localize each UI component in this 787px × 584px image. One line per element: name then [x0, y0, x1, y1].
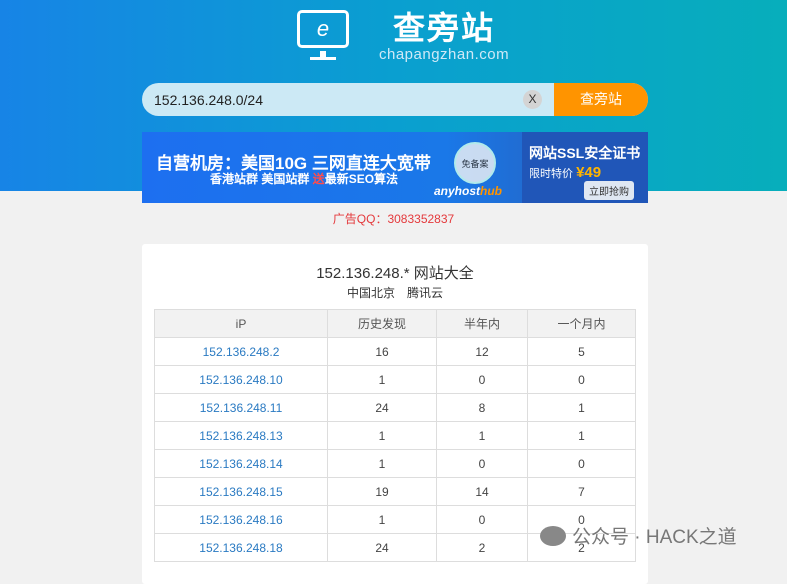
- table-cell: 152.136.248.2: [154, 337, 328, 366]
- table-cell: 1: [327, 449, 437, 478]
- table-cell: 0: [436, 505, 528, 534]
- table-cell: 0: [527, 449, 636, 478]
- clear-button[interactable]: X: [523, 90, 542, 109]
- ip-link[interactable]: 152.136.248.11: [200, 401, 283, 415]
- table-cell: 0: [436, 449, 528, 478]
- table-cell: 1: [327, 365, 437, 394]
- table-cell: 24: [327, 393, 437, 422]
- table-cell: 0: [436, 365, 528, 394]
- ad-subline: 香港站群 美国站群 送最新SEO算法: [210, 172, 399, 186]
- table-cell: 0: [527, 365, 636, 394]
- column-header: iP: [154, 309, 328, 338]
- ip-link[interactable]: 152.136.248.2: [203, 345, 280, 359]
- table-cell: 5: [527, 337, 636, 366]
- table-cell: 14: [436, 477, 528, 506]
- ip-location: 中国北京 腾讯云: [346, 286, 444, 300]
- ip-link[interactable]: 152.136.248.13: [199, 429, 282, 443]
- table-cell: 24: [327, 533, 437, 562]
- table-cell: 1: [436, 421, 528, 450]
- table-cell: 1: [327, 421, 437, 450]
- buy-now-button[interactable]: 立即抢购: [584, 181, 634, 200]
- ssl-ad-title: 网站SSL安全证书: [529, 145, 641, 161]
- ssl-ad: 网站SSL安全证书 限时特价 ¥49 立即抢购: [522, 132, 648, 203]
- table-cell: 152.136.248.11: [154, 393, 328, 422]
- site-logo[interactable]: e 查旁站 chapangzhan.com: [297, 10, 509, 63]
- ad-contact: 广告QQ：3083352837: [332, 212, 455, 226]
- column-header: 一个月内: [527, 309, 636, 338]
- table-row: 152.136.248.2 16 12 5: [154, 337, 636, 366]
- wechat-icon: [540, 525, 566, 546]
- table-cell: 1: [527, 393, 636, 422]
- table-cell: 16: [327, 337, 437, 366]
- result-title: 152.136.248.* 网站大全: [316, 265, 474, 282]
- search-input[interactable]: [154, 83, 514, 116]
- table-row: 152.136.248.15 19 14 7: [154, 477, 636, 506]
- ip-link[interactable]: 152.136.248.14: [199, 457, 282, 471]
- table-row: 152.136.248.10 1 0 0: [154, 365, 636, 394]
- table-row: 152.136.248.11 24 8 1: [154, 393, 636, 422]
- column-header: 半年内: [436, 309, 528, 338]
- table-cell: 152.136.248.18: [154, 533, 328, 562]
- table-row: 152.136.248.14 1 0 0: [154, 449, 636, 478]
- search-bar: X 查旁站: [142, 83, 648, 116]
- table-cell: 2: [436, 533, 528, 562]
- table-cell: 1: [527, 421, 636, 450]
- logo-domain: chapangzhan.com: [379, 46, 510, 63]
- logo-title: 查旁站: [393, 10, 496, 46]
- ip-link[interactable]: 152.136.248.10: [199, 373, 282, 387]
- ip-link[interactable]: 152.136.248.15: [199, 485, 282, 499]
- table-cell: 7: [527, 477, 636, 506]
- ip-link[interactable]: 152.136.248.18: [199, 541, 282, 555]
- table-cell: 152.136.248.16: [154, 505, 328, 534]
- monitor-logo-icon: e: [297, 10, 349, 60]
- table-cell: 8: [436, 393, 528, 422]
- search-button[interactable]: 查旁站: [554, 83, 648, 116]
- table-cell: 19: [327, 477, 437, 506]
- table-cell: 152.136.248.13: [154, 421, 328, 450]
- ssl-ad-price: 限时特价 ¥49: [529, 164, 602, 181]
- table-cell: 152.136.248.14: [154, 449, 328, 478]
- table-cell: 12: [436, 337, 528, 366]
- table-row: 152.136.248.13 1 1 1: [154, 421, 636, 450]
- ad-brand: anyhosthub: [434, 184, 503, 198]
- ad-banner[interactable]: 自营机房：美国10G 三网直连大宽带 香港站群 美国站群 送最新SEO算法 免备…: [142, 132, 648, 203]
- ad-badge: 免备案: [454, 142, 496, 184]
- table-cell: 1: [327, 505, 437, 534]
- table-cell: 152.136.248.10: [154, 365, 328, 394]
- table-cell: 152.136.248.15: [154, 477, 328, 506]
- watermark: 公众号 · HACK之道: [540, 522, 737, 549]
- ip-link[interactable]: 152.136.248.16: [199, 513, 282, 527]
- column-header: 历史发现: [327, 309, 437, 338]
